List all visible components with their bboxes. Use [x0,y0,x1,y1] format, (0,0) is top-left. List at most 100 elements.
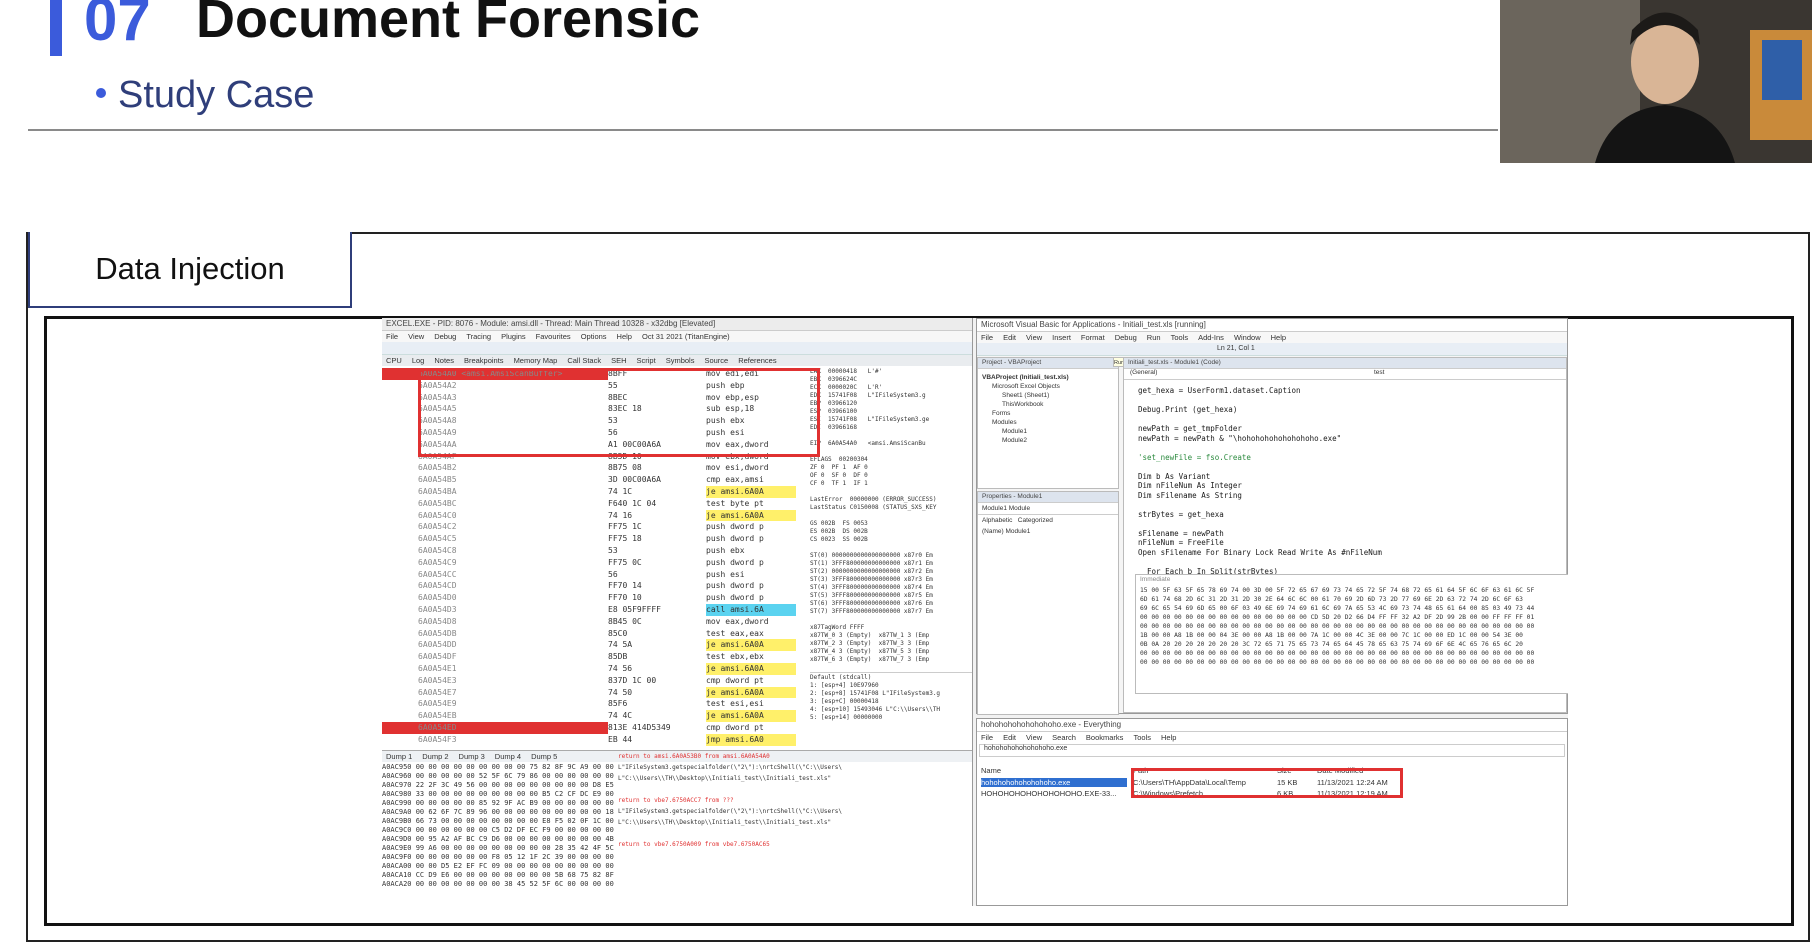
vba-menu-item[interactable]: Tools [1171,333,1189,342]
debugger-menu-item[interactable]: Favourites [536,332,571,341]
everything-menu-item[interactable]: View [1026,733,1042,742]
vba-menu-item[interactable]: Run [1147,333,1161,342]
everything-menu-item[interactable]: File [981,733,993,742]
everything-menu-item[interactable]: Search [1052,733,1076,742]
debugger-tab[interactable]: Notes [434,356,454,365]
disasm-row[interactable]: 6A0A54B5 3D 00C00A6A cmp eax,amsi [382,474,806,486]
register-line: ST(1) 3FFF800000000000000 x87r1 Em [810,560,933,567]
debugger-menu-item[interactable]: Tracing [466,332,491,341]
properties-tabs[interactable]: Alphabetic Categorized [978,515,1118,526]
code-line: get_hexa = UserForm1.dataset.Caption [1138,386,1301,395]
debugger-tab[interactable]: Symbols [666,356,695,365]
vba-menu-item[interactable]: File [981,333,993,342]
disasm-instruction: push dword p [706,534,764,544]
debugger-menu-item[interactable]: Help [617,332,632,341]
vba-menu-item[interactable]: Edit [1003,333,1016,342]
register-line: x87TW_0 3 (Empty) x87TW_1 3 (Emp [810,632,930,639]
vba-menu-item[interactable]: Window [1234,333,1261,342]
vba-menu-item[interactable]: Format [1081,333,1105,342]
debugger-menu-item[interactable]: Oct 31 2021 (TitanEngine) [642,332,730,341]
debugger-tab[interactable]: Script [637,356,656,365]
disasm-row[interactable]: 6A0A54E3 837D 1C 00 cmp dword pt [382,675,806,687]
vba-menu-item[interactable]: Insert [1052,333,1071,342]
general-dropdown[interactable]: (General) [1130,369,1157,376]
everything-menu-item[interactable]: Bookmarks [1086,733,1124,742]
dump-tab[interactable]: Dump 3 [459,752,485,761]
debugger-menu-item[interactable]: Plugins [501,332,526,341]
project-tree-item[interactable]: Microsoft Excel Objects [982,382,1114,391]
disasm-bytes: 56 [608,569,618,579]
procedure-dropdown[interactable]: test [1374,369,1384,376]
project-tree-item[interactable]: Modules [982,418,1114,427]
vba-menu-item[interactable]: Help [1271,333,1286,342]
column-header[interactable]: Name [981,766,1001,775]
disasm-row[interactable]: 6A0A54D8 8B45 0C mov eax,dword [382,616,806,628]
disasm-row[interactable]: 6A0A54BA 74 1C je amsi.6A0A [382,485,806,498]
disasm-row[interactable]: 6A0A54BC F640 1C 04 test byte pt [382,498,806,510]
disasm-row[interactable]: 6A0A54E1 74 56 je amsi.6A0A [382,662,806,675]
disasm-row[interactable]: 6A0A54B2 8B75 08 mov esi,dword [382,462,806,474]
debugger-menu-item[interactable]: Debug [434,332,456,341]
disasm-row[interactable]: 6A0A54D0 FF70 10 push dword p [382,592,806,604]
immediate-window[interactable]: Immediate 15 00 5F 63 5F 65 78 69 74 00 … [1135,574,1568,694]
vba-menu-item[interactable]: Debug [1115,333,1137,342]
disasm-row[interactable]: 6A0A54CD FF70 14 push dword p [382,580,806,592]
disasm-row[interactable]: 6A0A54E9 85F6 test esi,esi [382,698,806,710]
project-tree-item[interactable]: ThisWorkbook [982,400,1114,409]
result-name[interactable]: HOHOHOHOHOHOHOHOHO.EXE-33... [981,789,1127,798]
disasm-row[interactable]: 6A0A54C5 FF75 18 push dword p [382,533,806,545]
disasm-row[interactable]: 6A0A54CC 56 push esi [382,569,806,581]
callstack-entry: 4: [esp+10] 15493046 L"C:\\Users\\TH [810,706,941,713]
section-tab-label: Data Injection [95,251,285,286]
debugger-tab[interactable]: Call Stack [567,356,601,365]
vba-menu-item[interactable]: Add-Ins [1198,333,1224,342]
hex-dump-line: A0AC9C0 00 00 00 00 00 00 C5 D2 DF EC F9… [382,826,619,834]
disasm-row[interactable]: 6A0A54EB 74 4C je amsi.6A0A [382,710,806,722]
project-explorer: Project - VBAProject VBAProject (Initial… [977,357,1119,489]
disasm-row[interactable]: 6A0A54C8 53 push ebx [382,545,806,557]
everything-menu-item[interactable]: Tools [1133,733,1151,742]
project-tree-item[interactable]: Module1 [982,427,1114,436]
project-tree-item[interactable]: Sheet1 (Sheet1) [982,391,1114,400]
debugger-tab[interactable]: Log [412,356,425,365]
disasm-row[interactable]: 6A0A54E7 74 50 je amsi.6A0A [382,686,806,699]
everything-menu-item[interactable]: Edit [1003,733,1016,742]
debugger-tab[interactable]: Source [704,356,728,365]
everything-menu-item[interactable]: Help [1161,733,1176,742]
debugger-tab[interactable]: SEH [611,356,626,365]
dump-tab[interactable]: Dump 4 [495,752,521,761]
disasm-row[interactable]: 6A0A54ED 813E 414D5349 cmp dword pt [382,721,806,734]
vba-code[interactable]: get_hexa = UserForm1.dataset.Caption Debu… [1124,380,1566,592]
debugger-window: EXCEL.EXE - PID: 8076 - Module: amsi.dll… [382,318,973,906]
disasm-row[interactable]: 6A0A54D3 E8 05F9FFFF call amsi.6A [382,603,806,616]
properties-window: Properties - Module1 Module1 Module Alph… [977,491,1119,715]
debugger-menu-item[interactable]: View [408,332,424,341]
debugger-tab[interactable]: Breakpoints [464,356,504,365]
disasm-row[interactable]: 6A0A54DB 85C0 test eax,eax [382,628,806,640]
debugger-menu-item[interactable]: File [386,332,398,341]
dump-tab[interactable]: Dump 1 [386,752,412,761]
project-tree-item[interactable]: Forms [982,409,1114,418]
project-tree-item[interactable]: Module2 [982,436,1114,445]
dump-tab[interactable]: Dump 2 [422,752,448,761]
disasm-row[interactable]: 6A0A54C9 FF75 0C push dword p [382,557,806,569]
disasm-row[interactable]: 6A0A54C0 74 16 je amsi.6A0A [382,509,806,522]
vba-menu-item[interactable]: View [1026,333,1042,342]
result-name[interactable]: hohohohohohohohoho.exe [981,778,1127,787]
disasm-row[interactable]: 6A0A54C2 FF75 1C push dword p [382,521,806,533]
disasm-row[interactable]: 6A0A54DF 85DB test ebx,ebx [382,651,806,663]
project-tree-item[interactable]: VBAProject (Initiali_test.xls) [982,373,1114,382]
disasm-row[interactable]: 6A0A54F3 EB 44 jmp amsi.6A0 [382,733,806,746]
debugger-menu-item[interactable]: Options [581,332,607,341]
register-line: EBP 03966120 [810,400,857,407]
debugger-tab[interactable]: References [738,356,776,365]
immediate-title: Immediate [1140,576,1171,583]
properties-object[interactable]: Module1 Module [978,503,1118,515]
dump-tab[interactable]: Dump 5 [531,752,557,761]
debugger-tab[interactable]: Memory Map [514,356,558,365]
debugger-tab[interactable]: CPU [386,356,402,365]
disasm-row[interactable]: 6A0A54DD 74 5A je amsi.6A0A [382,639,806,652]
everything-search-input[interactable]: hohohohohohohohoho.exe [979,744,1565,757]
